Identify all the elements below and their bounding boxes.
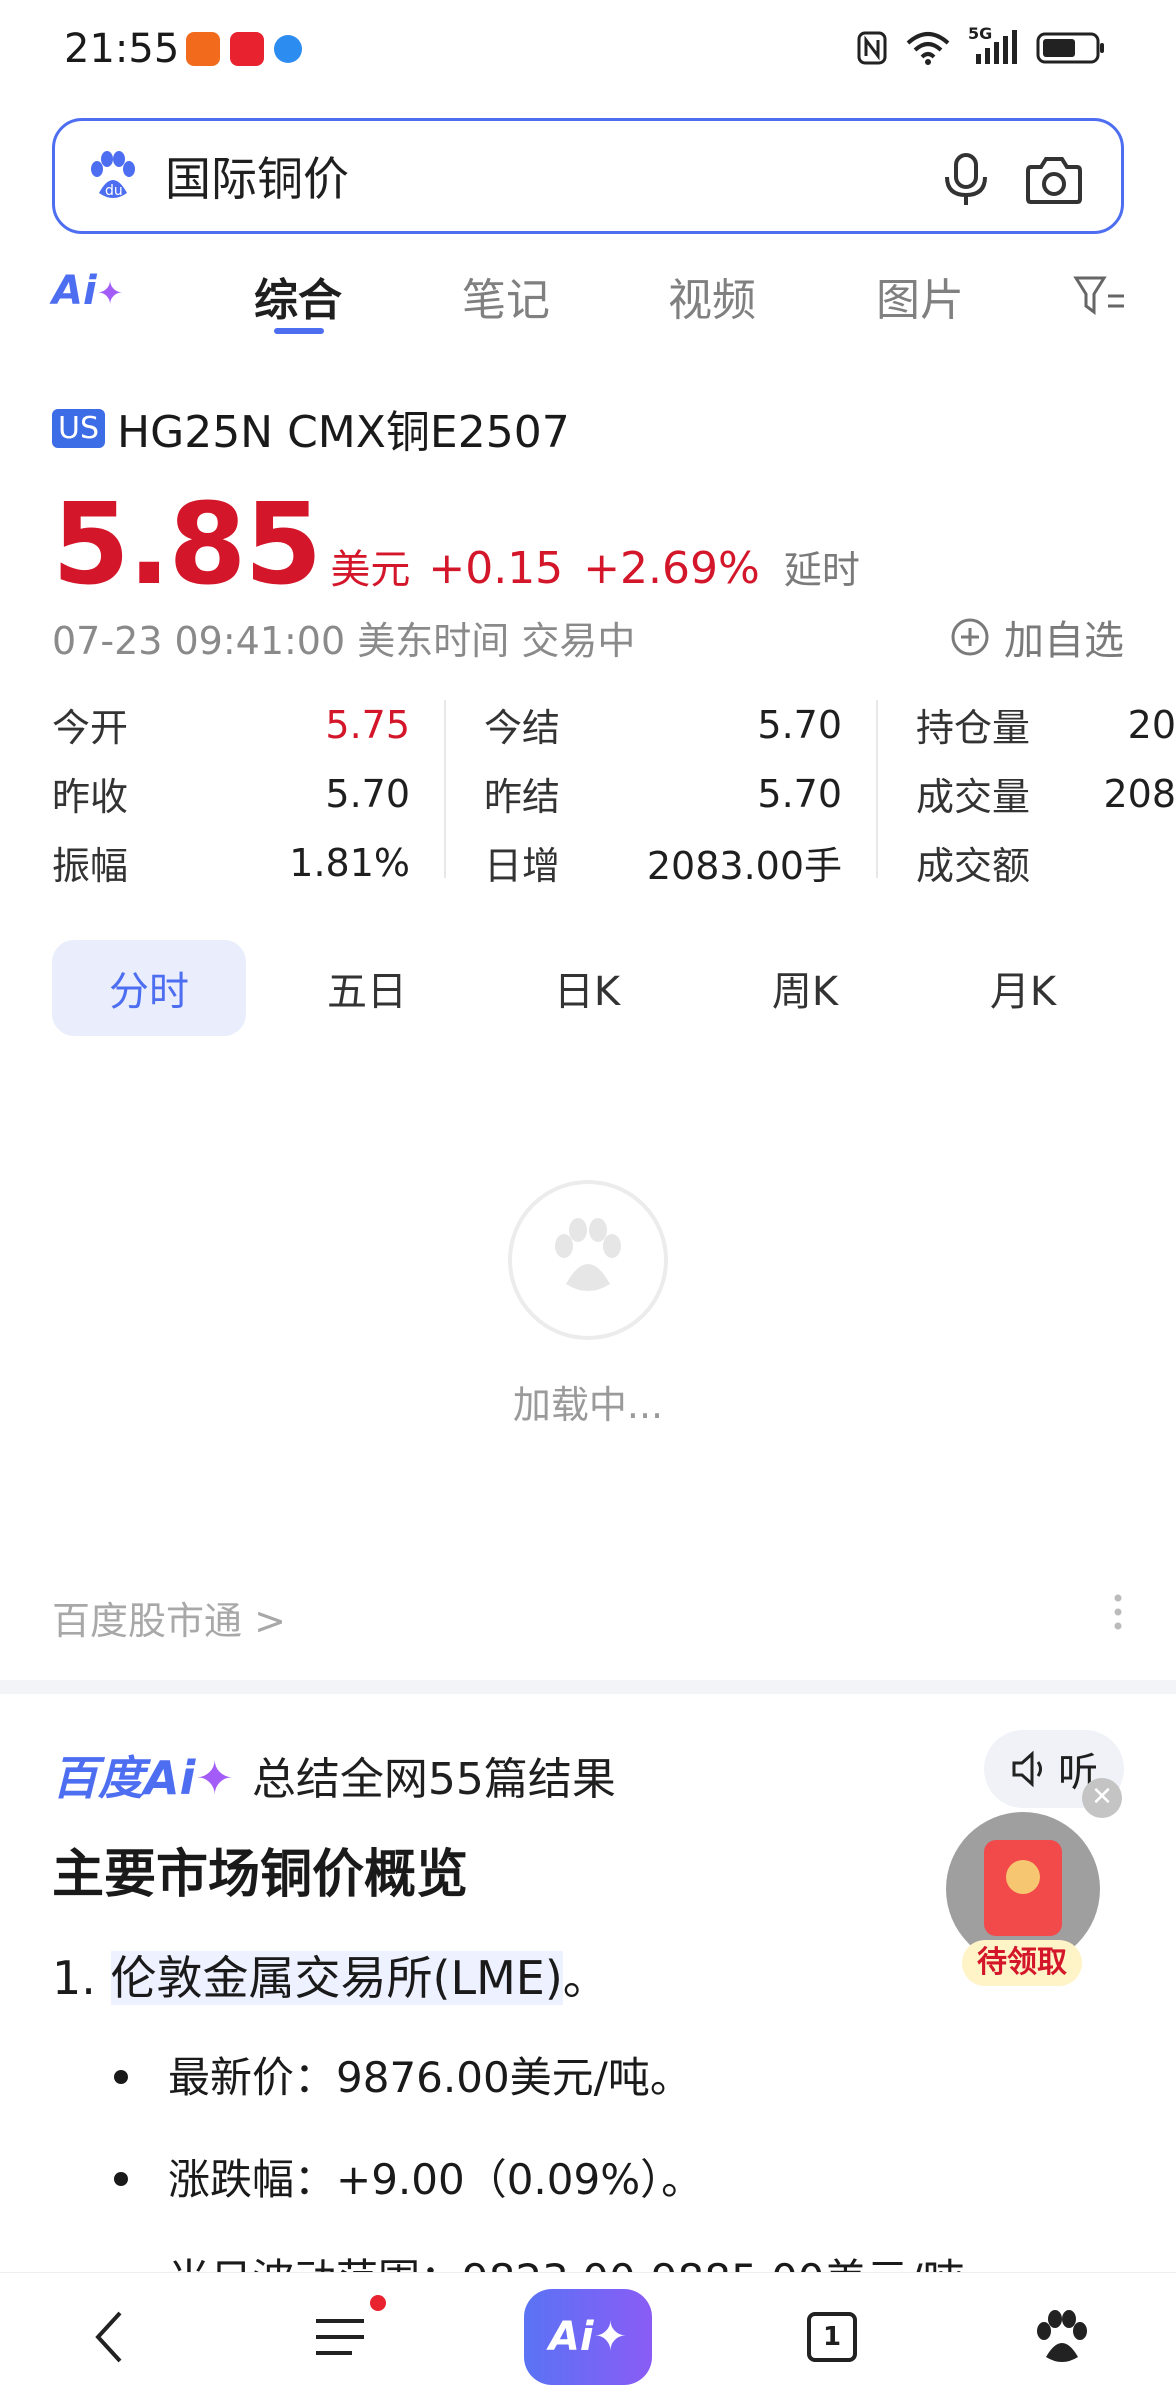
speaker-icon: [1012, 1750, 1042, 1788]
bullet-item: 涨跌幅：+9.00（0.09%）。: [113, 2146, 703, 2207]
stats-column-2: 今结 5.70 昨结 5.70 日增 2083.00手: [484, 690, 842, 897]
chart-tab-weekly-k[interactable]: 周K: [708, 940, 902, 1036]
bottom-navigation: Ai ✦ 1: [0, 2272, 1176, 2400]
baidu-paw-icon: [555, 1218, 621, 1291]
ai-summary-header: 百度Ai✦ 总结全网55篇结果: [52, 1742, 616, 1808]
stats-divider: [444, 700, 446, 878]
taobao-app-icon: [186, 32, 220, 66]
plus-circle-icon: [951, 618, 989, 656]
price-change-percent: +2.69%: [583, 543, 760, 594]
wifi-icon: [906, 32, 950, 65]
active-tab-indicator: [274, 328, 324, 334]
tabs-button[interactable]: 1: [792, 2297, 872, 2377]
more-options-icon[interactable]: [1112, 1592, 1124, 1632]
ai-tab[interactable]: Ai✦: [52, 268, 123, 314]
stats-divider: [876, 700, 878, 878]
tab-images[interactable]: 图片: [876, 264, 964, 328]
red-packet-label[interactable]: 待领取: [962, 1940, 1082, 1986]
search-box[interactable]: du: [52, 118, 1124, 234]
tab-videos[interactable]: 视频: [668, 264, 756, 328]
nfc-icon: [857, 31, 887, 65]
source-link[interactable]: 百度股市通 >: [52, 1590, 286, 1645]
sparkle-icon: ✦: [593, 2314, 628, 2360]
trade-time-status: 07-23 09:41:00 美东时间 交易中: [52, 619, 636, 663]
chart-tab-intraday[interactable]: 分时: [52, 940, 246, 1036]
price-change: +0.15: [428, 543, 564, 594]
stat-open-interest: 持仓量 20: [916, 702, 1176, 751]
red-app-icon: [230, 32, 264, 66]
chevron-left-icon: [95, 2311, 122, 2363]
camera-icon[interactable]: [1025, 153, 1083, 205]
stock-header[interactable]: US HG25N CMX铜E2507: [52, 396, 570, 460]
price-unit: 美元: [330, 547, 411, 593]
signal-icon: 5G: [968, 24, 1018, 66]
market-badge: US: [52, 408, 106, 448]
loading-text: 加载中...: [512, 1383, 664, 1427]
chart-tab-daily-k[interactable]: 日K: [490, 940, 684, 1036]
add-watchlist-button[interactable]: 加自选: [950, 608, 1124, 666]
sparkle-icon: ✦: [96, 274, 124, 312]
sparkle-icon: ✦: [195, 1751, 234, 1805]
back-button[interactable]: [70, 2297, 150, 2377]
stats-column-1: 今开 5.75 昨收 5.70 振幅 1.81%: [52, 690, 410, 897]
ai-list-item-1: 1. 伦敦金属交易所(LME)。: [52, 1951, 609, 2005]
ai-assistant-button[interactable]: Ai ✦: [524, 2289, 652, 2385]
microphone-icon[interactable]: [941, 151, 991, 207]
price-row: 5.85 美元 +0.15 +2.69% 延时: [52, 480, 860, 610]
stat-amplitude: 振幅 1.81%: [52, 840, 410, 889]
current-price: 5.85: [52, 480, 322, 610]
battery-icon: [1036, 32, 1104, 64]
section-divider: [0, 1680, 1176, 1694]
bullet-item: 最新价：9876.00美元/吨。: [114, 2044, 692, 2105]
stock-name: HG25N CMX铜E2507: [117, 407, 570, 458]
stat-volume: 成交量 208: [916, 771, 1176, 820]
baidu-paw-icon: [1037, 2310, 1087, 2362]
baidu-paw-icon[interactable]: du: [85, 149, 141, 205]
chart-period-tabs: 分时 五日 日K 周K 月K: [52, 940, 1124, 1036]
filter-icon[interactable]: [1072, 272, 1126, 318]
status-time: 21:55: [64, 26, 180, 72]
message-icon: [274, 35, 302, 63]
tab-notes[interactable]: 笔记: [462, 264, 550, 328]
stat-turnover: 成交额: [916, 844, 1031, 888]
chart-loading: 加载中...: [0, 1180, 1176, 1440]
delay-label: 延时: [783, 548, 860, 592]
chart-tab-five-day[interactable]: 五日: [270, 940, 464, 1036]
baidu-ai-brand: 百度Ai✦: [52, 1751, 234, 1805]
stat-prev-close: 昨收 5.70: [52, 771, 410, 820]
loading-spinner: [508, 1180, 668, 1340]
chart-tab-monthly-k[interactable]: 月K: [926, 940, 1120, 1036]
tab-comprehensive[interactable]: 综合: [254, 264, 342, 328]
stock-stats: 今开 5.75 昨收 5.70 振幅 1.81% 今结 5.70 昨结 5.70 日增 20…: [52, 690, 1176, 890]
status-right: 5G: [856, 24, 1106, 66]
stat-daily-increase: 日增 2083.00手: [484, 844, 842, 888]
search-tabs: Ai✦ 综合 笔记 视频 图片: [0, 248, 1176, 338]
profile-button[interactable]: [1022, 2297, 1102, 2377]
status-bar: 21:55 5G: [0, 0, 1176, 100]
stats-column-3: 持仓量 20 成交量 208 成交额: [916, 690, 1176, 897]
stat-prev-settle: 昨结 5.70: [484, 771, 842, 820]
ai-summary-text: 总结全网55篇结果: [251, 1754, 616, 1805]
stat-settle: 今结 5.70: [484, 702, 842, 751]
svg-text:du: du: [105, 183, 123, 199]
search-input[interactable]: [165, 149, 865, 203]
stat-open: 今开 5.75: [52, 702, 410, 751]
menu-button[interactable]: [300, 2297, 380, 2377]
notification-icons: [186, 32, 302, 66]
notification-dot: [370, 2295, 386, 2311]
close-icon[interactable]: ✕: [1082, 1778, 1122, 1818]
menu-icon: [316, 2319, 364, 2355]
ai-summary-heading: 主要市场铜价概览: [52, 1845, 469, 1905]
red-envelope-icon: [984, 1840, 1062, 1936]
highlighted-term[interactable]: 伦敦金属交易所(LME): [110, 1951, 563, 2005]
tab-count-icon: 1: [807, 2312, 857, 2362]
